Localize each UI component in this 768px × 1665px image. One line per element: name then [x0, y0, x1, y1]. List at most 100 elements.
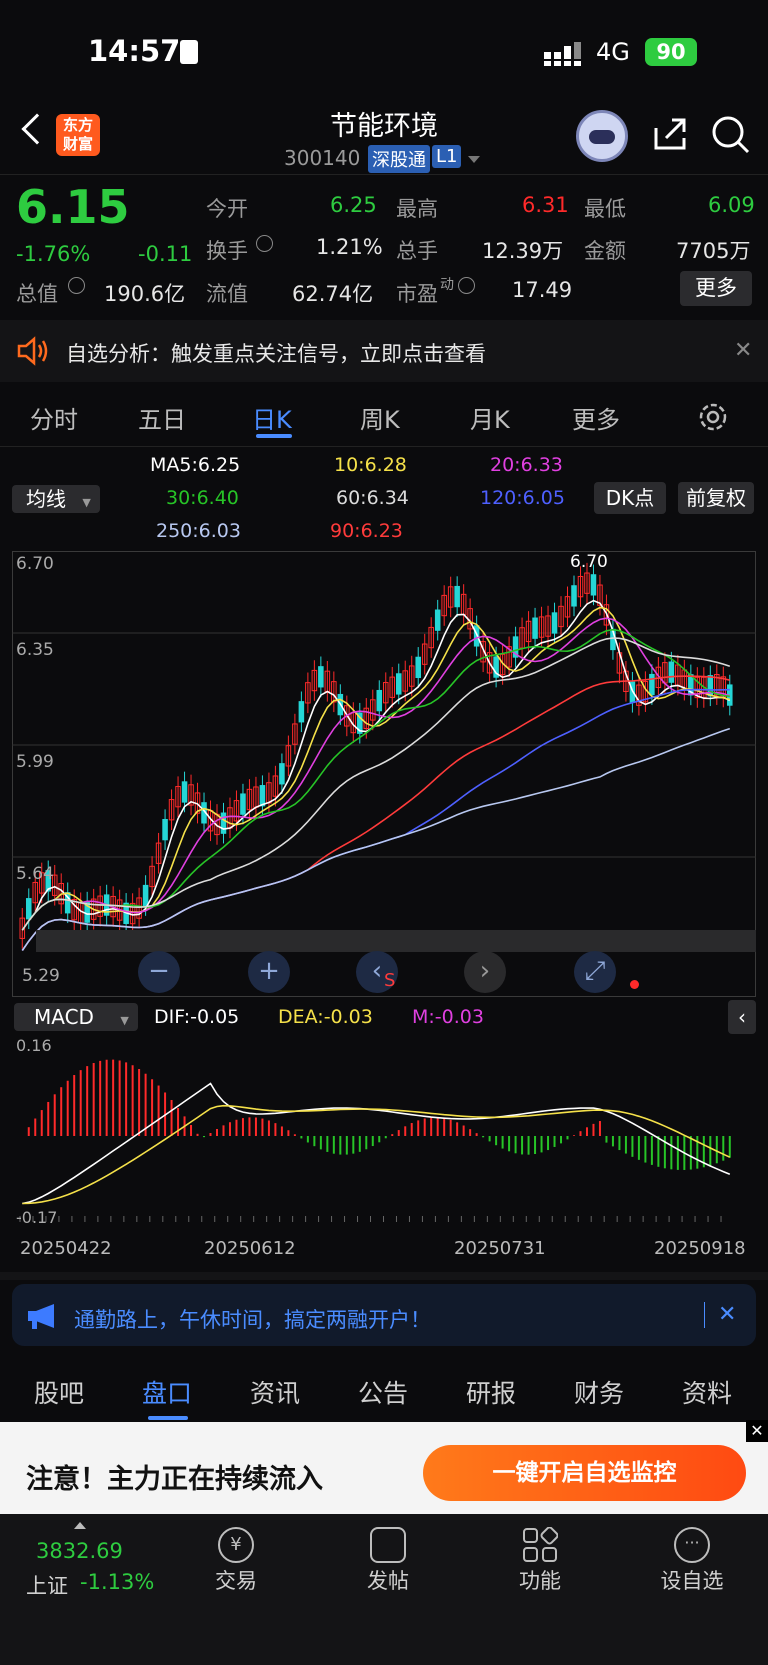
- m-legend: M:-0.03: [412, 1006, 484, 1028]
- pe-superscript: 动: [440, 277, 454, 293]
- tab-more[interactable]: 更多: [572, 400, 620, 435]
- trade-icon[interactable]: ¥: [218, 1527, 254, 1563]
- tab-orderbook[interactable]: 盘口: [142, 1374, 192, 1410]
- live-dot: [630, 980, 639, 989]
- info-icon[interactable]: [68, 277, 85, 294]
- close-icon[interactable]: ✕: [718, 1302, 736, 1327]
- candle-body: [142, 884, 149, 907]
- candle-body: [298, 701, 305, 723]
- s-marker: S: [384, 970, 396, 991]
- ma250-legend: 250:6.03: [156, 520, 241, 542]
- macd-chart[interactable]: [12, 1036, 756, 1228]
- scroll-right-button[interactable]: ›: [464, 951, 506, 993]
- last-price: 6.15: [16, 180, 130, 234]
- indicator-select[interactable]: MACD ▼: [14, 1003, 138, 1031]
- chevron-down-icon: ▼: [82, 496, 91, 509]
- index-change[interactable]: -1.13%: [80, 1570, 154, 1594]
- dea-legend: DEA:-0.03: [278, 1006, 373, 1028]
- low-value: 6.09: [708, 193, 755, 217]
- collapse-panel-button[interactable]: ‹: [728, 1000, 756, 1034]
- mktcap-label: 总值: [16, 282, 58, 306]
- account-banner-text[interactable]: 通勤路上，午休时间，搞定两融开户！: [74, 1304, 431, 1334]
- section-divider: [0, 1272, 768, 1280]
- post-icon[interactable]: [370, 1527, 406, 1563]
- tab-daily-k[interactable]: 日K: [252, 400, 292, 435]
- megaphone-icon: [28, 1304, 54, 1329]
- fullscreen-button[interactable]: ⤢: [574, 951, 616, 993]
- price-label-high: 6.70: [16, 554, 54, 574]
- level-badge[interactable]: L1: [432, 145, 462, 168]
- chevron-up-icon: [74, 1522, 86, 1529]
- tab-minute[interactable]: 分时: [30, 400, 78, 435]
- info-icon[interactable]: [458, 277, 475, 294]
- share-icon[interactable]: [650, 114, 690, 154]
- float-label: 流值: [206, 282, 248, 306]
- enable-monitor-button[interactable]: 一键开启自选监控: [423, 1445, 746, 1501]
- turnover-label: 换手: [206, 239, 248, 263]
- status-time: 14:57: [88, 34, 181, 68]
- candle-body: [240, 793, 246, 815]
- tab-weekly-k[interactable]: 周K: [360, 400, 400, 435]
- ma5-legend: MA5:6.25: [150, 454, 241, 476]
- robot-avatar-icon[interactable]: [576, 110, 628, 162]
- nav-post[interactable]: 发帖: [338, 1565, 438, 1595]
- date-label-1: 20250422: [20, 1238, 112, 1259]
- speaker-icon: [17, 336, 48, 366]
- turnover-value: 1.21%: [316, 235, 383, 259]
- index-name[interactable]: 上证: [26, 1570, 68, 1600]
- candle-body: [590, 574, 597, 596]
- close-icon[interactable]: ✕: [746, 1420, 768, 1442]
- zoom-in-button[interactable]: +: [248, 951, 290, 993]
- indicator-select-label: MACD: [34, 1005, 94, 1029]
- forward-adjust-button[interactable]: 前复权: [678, 482, 754, 514]
- tab-announcements[interactable]: 公告: [358, 1374, 408, 1410]
- candle-body: [220, 812, 227, 834]
- tabs-divider: [0, 446, 768, 447]
- tab-research[interactable]: 研报: [466, 1374, 516, 1410]
- candle-body: [259, 785, 266, 807]
- chart-scroll-bar[interactable]: [36, 930, 756, 952]
- function-grid-icon[interactable]: [522, 1527, 558, 1563]
- connect-badge: 深股通: [368, 145, 430, 173]
- tab-five-day[interactable]: 五日: [138, 400, 186, 435]
- close-icon[interactable]: ✕: [734, 338, 752, 363]
- open-label: 今开: [206, 197, 248, 221]
- tab-forum[interactable]: 股吧: [34, 1374, 84, 1410]
- candle-body: [434, 609, 441, 631]
- more-button[interactable]: 更多: [680, 271, 752, 306]
- dif-legend: DIF:-0.05: [154, 1006, 240, 1028]
- dropdown-icon[interactable]: [468, 156, 480, 163]
- signal-icon: [544, 42, 581, 66]
- person-icon: [180, 40, 198, 64]
- notice-text[interactable]: 自选分析：触发重点关注信号，立即点击查看: [66, 338, 486, 368]
- index-value[interactable]: 3832.69: [36, 1539, 123, 1563]
- tab-profile[interactable]: 资料: [682, 1374, 732, 1410]
- pe-value: 17.49: [512, 278, 573, 302]
- nav-add-watchlist[interactable]: 设自选: [642, 1565, 742, 1595]
- promo-text: 注意！主力正在持续流入: [26, 1464, 323, 1495]
- info-icon[interactable]: [256, 235, 273, 252]
- ma120-legend: 120:6.05: [480, 487, 565, 509]
- candle-body: [395, 673, 402, 695]
- settings-icon[interactable]: [698, 402, 728, 432]
- nav-functions[interactable]: 功能: [490, 1565, 590, 1595]
- zoom-out-button[interactable]: −: [138, 951, 180, 993]
- date-label-3: 20250731: [454, 1238, 546, 1259]
- dk-point-button[interactable]: DK点: [594, 482, 666, 514]
- candle-body: [162, 818, 168, 841]
- candle-body: [551, 612, 558, 634]
- nav-trade[interactable]: 交易: [186, 1565, 286, 1595]
- banner-separator: [704, 1302, 705, 1328]
- amount-value: 7705万: [676, 239, 751, 263]
- header-divider: [0, 174, 768, 175]
- tab-news[interactable]: 资讯: [250, 1374, 300, 1410]
- ma-select[interactable]: 均线 ▼: [12, 485, 100, 513]
- search-icon[interactable]: [710, 114, 752, 156]
- tab-monthly-k[interactable]: 月K: [470, 400, 510, 435]
- add-watchlist-icon[interactable]: ···: [674, 1527, 710, 1563]
- float-value: 62.74亿: [292, 282, 374, 306]
- info-tabs: 股吧 盘口 资讯 公告 研报 财务 资料: [0, 1360, 768, 1422]
- tab-finance[interactable]: 财务: [574, 1374, 624, 1410]
- candle-body: [279, 763, 285, 785]
- candle-body: [25, 898, 32, 920]
